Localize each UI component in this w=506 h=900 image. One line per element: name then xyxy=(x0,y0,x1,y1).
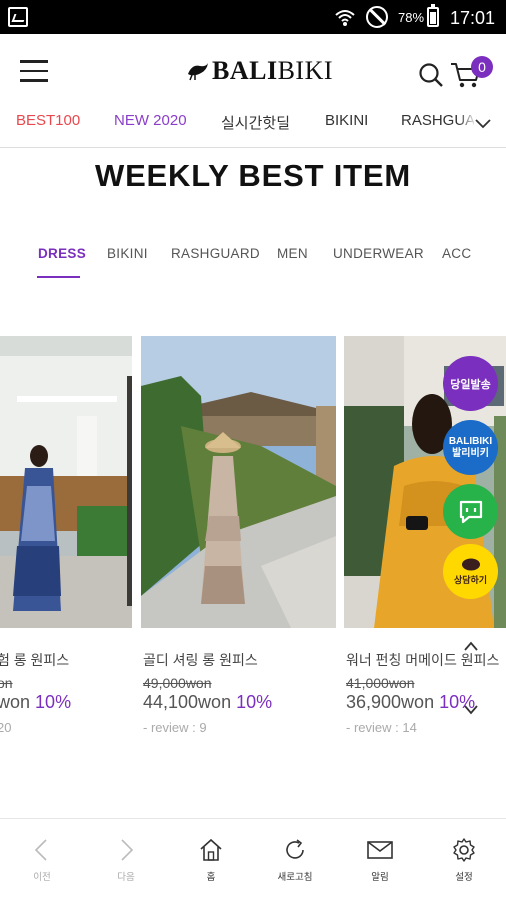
product-name: 험 롱 원피스 xyxy=(0,652,70,668)
gallery-notification-icon xyxy=(8,7,28,27)
app-header: BALIBIKI xyxy=(0,34,506,106)
product-original-price: 49,000won xyxy=(143,675,212,691)
product-card[interactable]: 험 롱 원피스 on won 10% 20 xyxy=(0,336,132,735)
forward-button[interactable]: 다음 xyxy=(96,837,156,883)
product-review: 20 xyxy=(0,720,12,735)
product-review: - review : 14 xyxy=(346,720,417,735)
forward-label: 다음 xyxy=(117,872,135,883)
settings-button[interactable]: 설정 xyxy=(434,837,494,883)
notification-label: 알림 xyxy=(371,872,389,883)
do-not-disturb-icon xyxy=(366,6,388,28)
section-title: WEEKLY BEST ITEM xyxy=(95,158,411,193)
kakao-consult-button[interactable]: 상담하기 xyxy=(443,544,498,599)
mail-icon xyxy=(367,841,393,859)
tab-men[interactable]: MEN xyxy=(277,246,308,261)
tab-underwear[interactable]: UNDERWEAR xyxy=(333,246,424,261)
status-bar: 78% 17:01 xyxy=(0,0,506,34)
chevron-down-icon[interactable] xyxy=(474,114,492,132)
product-name: 워너 펀칭 머메이드 원피스 xyxy=(346,652,500,668)
category-nav: BEST100 NEW 2020 실시간핫딜 BIKINI RASHGUARD xyxy=(0,106,506,148)
tab-rashguard[interactable]: RASHGUARD xyxy=(171,246,260,261)
logo-text-light: BIKI xyxy=(277,56,334,85)
notification-button[interactable]: 알림 xyxy=(350,837,410,883)
product-sale-price: 36,900won xyxy=(346,692,435,712)
balibiki-channel-button[interactable]: BALIBIKI 발리비키 xyxy=(443,420,498,475)
product-card[interactable]: 골디 셔링 롱 원피스 49,000won 44,100won 10% - re… xyxy=(141,336,336,735)
home-icon xyxy=(200,838,222,861)
product-image xyxy=(141,336,336,628)
balibiki-channel-top: BALIBIKI xyxy=(448,435,493,447)
same-day-shipping-button[interactable]: 당일발송 xyxy=(443,356,498,411)
refresh-icon xyxy=(286,839,304,859)
product-discount: 10% xyxy=(35,692,72,712)
battery-percent: 78% xyxy=(398,10,425,25)
product-name: 골디 셔링 롱 원피스 xyxy=(143,652,258,668)
product-price: 36,900won 10% xyxy=(346,692,475,713)
product-price: won 10% xyxy=(0,692,71,713)
logo[interactable]: BALIBIKI xyxy=(186,56,333,86)
refresh-label: 새로고침 xyxy=(277,872,313,883)
tab-acc[interactable]: ACC xyxy=(442,246,471,261)
chevron-right-icon xyxy=(121,839,134,861)
kakao-talk-icon xyxy=(461,558,480,570)
home-label: 홈 xyxy=(206,872,216,883)
category-new-2020[interactable]: NEW 2020 xyxy=(114,112,187,129)
tab-dress[interactable]: DRESS xyxy=(38,246,86,261)
wifi-icon xyxy=(335,10,355,26)
scroll-down-icon[interactable] xyxy=(463,704,479,716)
product-sale-price: won xyxy=(0,692,31,712)
chevron-left-icon xyxy=(34,839,47,861)
product-review: - review : 9 xyxy=(143,720,207,735)
active-tab-indicator xyxy=(37,276,80,278)
product-image xyxy=(0,336,132,628)
logo-text-bold: BALI xyxy=(212,56,278,85)
category-best100[interactable]: BEST100 xyxy=(16,112,80,129)
back-label: 이전 xyxy=(33,872,51,883)
back-button[interactable]: 이전 xyxy=(12,837,72,883)
product-carousel[interactable]: 험 롱 원피스 on won 10% 20 골디 셔링 롱 원피스 49,000… xyxy=(0,336,506,756)
settings-label: 설정 xyxy=(455,872,473,883)
battery-icon xyxy=(427,4,439,27)
kakao-consult-label: 상담하기 xyxy=(453,574,488,585)
tab-bikini[interactable]: BIKINI xyxy=(107,246,148,261)
product-original-price: on xyxy=(0,675,13,691)
talk-chat-button[interactable] xyxy=(443,484,498,539)
refresh-button[interactable]: 새로고침 xyxy=(265,837,325,883)
category-realtime-hotdeal[interactable]: 실시간핫딜 xyxy=(221,112,290,133)
clock: 17:01 xyxy=(450,8,496,28)
home-button[interactable]: 홈 xyxy=(181,837,241,883)
search-icon[interactable] xyxy=(418,62,444,88)
product-discount: 10% xyxy=(236,692,273,712)
product-original-price: 41,000won xyxy=(346,675,415,691)
bottom-navigation: 이전 다음 홈 새로고침 알림 설정 xyxy=(0,818,506,900)
gear-icon xyxy=(453,838,475,862)
bird-logo-icon xyxy=(188,63,208,81)
chat-bubble-icon xyxy=(459,500,482,523)
category-bikini[interactable]: BIKINI xyxy=(325,112,368,129)
menu-icon[interactable] xyxy=(20,60,48,82)
product-sale-price: 44,100won xyxy=(143,692,232,712)
balibiki-channel-bottom: 발리비키 xyxy=(452,447,489,459)
cart-count-badge: 0 xyxy=(471,56,493,78)
scroll-up-icon[interactable] xyxy=(463,640,479,652)
product-price: 44,100won 10% xyxy=(143,692,272,713)
product-tabs: DRESS BIKINI RASHGUARD MEN UNDERWEAR ACC xyxy=(0,242,506,278)
